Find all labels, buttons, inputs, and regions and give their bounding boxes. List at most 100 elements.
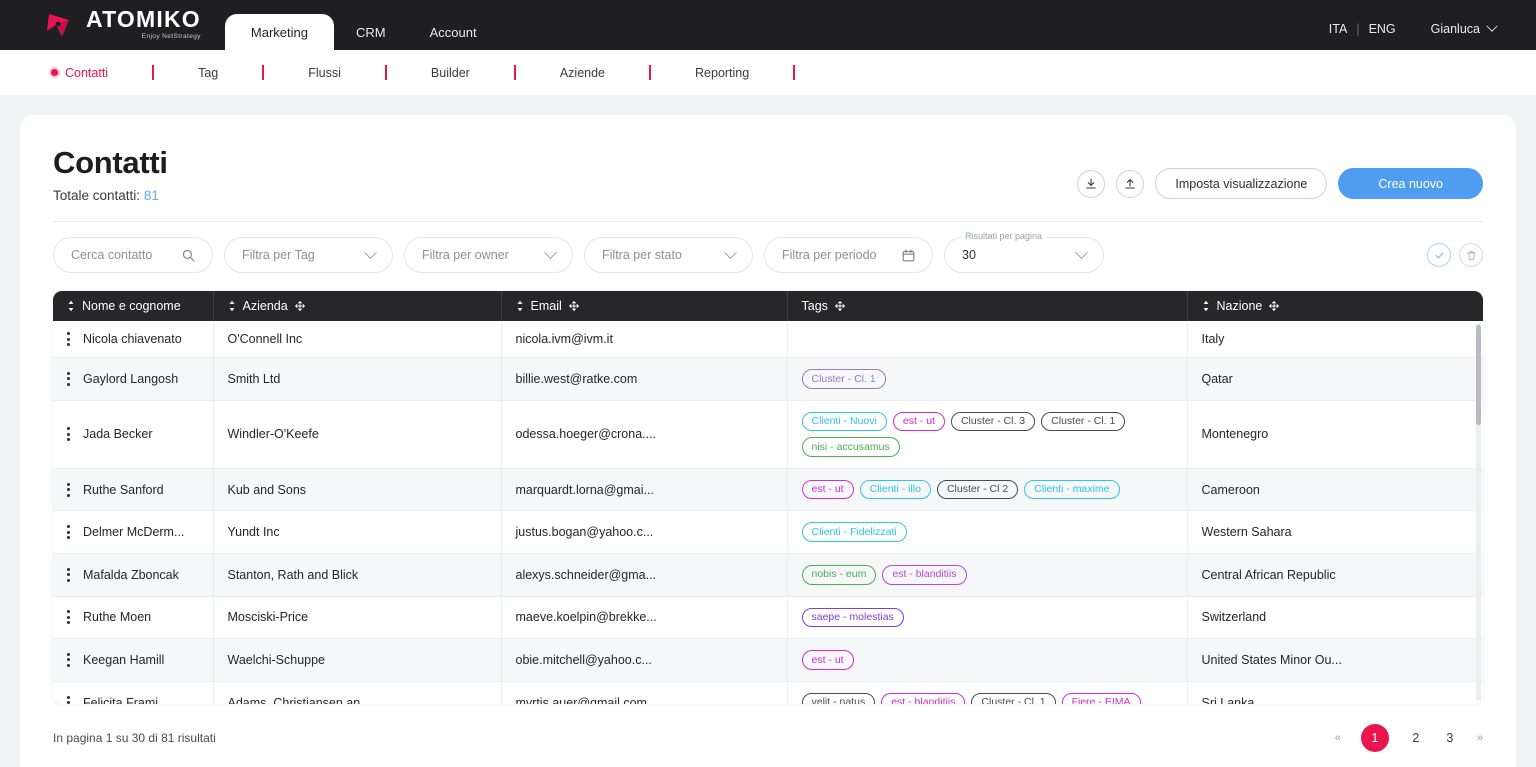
- cell-company: Waelchi-Schuppe: [213, 639, 501, 682]
- tag-chip[interactable]: est - ut: [802, 650, 854, 670]
- table-row[interactable]: Gaylord LangoshSmith Ltdbillie.west@ratk…: [53, 358, 1483, 401]
- brand-logo[interactable]: ATOMIKO Enjoy NetStrategy: [45, 8, 201, 41]
- tag-chip[interactable]: Clienti - illo: [860, 480, 931, 500]
- tag-chip[interactable]: saepe - molestias: [802, 608, 904, 628]
- table-row[interactable]: Delmer McDerm...Yundt Incjustus.bogan@ya…: [53, 511, 1483, 554]
- search-input[interactable]: Cerca contatto: [53, 237, 213, 273]
- pagination-prev-button[interactable]: «: [1335, 732, 1341, 744]
- filter-tag-label: Filtra per Tag: [242, 248, 315, 262]
- tag-chip[interactable]: Fiere - EIMA: [1062, 693, 1141, 704]
- subnav-item-tag[interactable]: Tag: [192, 66, 224, 80]
- contacts-table: Nome e cognome Azienda: [53, 291, 1483, 704]
- tag-chip[interactable]: nisi - accusamus: [802, 437, 900, 457]
- column-header-tags[interactable]: Tags: [787, 291, 1187, 321]
- sort-arrows-icon: [228, 300, 236, 312]
- cell-tags: Cluster - Cl. 1: [787, 358, 1187, 401]
- contact-name: Keegan Hamill: [83, 653, 164, 667]
- table-header: Nome e cognome Azienda: [53, 291, 1483, 321]
- cell-tags: est - ut: [787, 639, 1187, 682]
- table-row[interactable]: Ruthe SanfordKub and Sonsmarquardt.lorna…: [53, 468, 1483, 511]
- column-header-nazione-label: Nazione: [1217, 299, 1263, 313]
- table-row[interactable]: Jada BeckerWindler-O'Keefeodessa.hoeger@…: [53, 400, 1483, 468]
- tag-chip[interactable]: Cluster - Cl. 1: [1041, 412, 1125, 432]
- column-header-nome[interactable]: Nome e cognome: [53, 291, 213, 321]
- tab-account-label: Account: [430, 25, 477, 40]
- cell-country: United States Minor Ou...: [1187, 639, 1483, 682]
- row-menu-icon[interactable]: [67, 653, 70, 667]
- cell-email: odessa.hoeger@crona....: [501, 400, 787, 468]
- tag-chip[interactable]: Cluster - Cl. 3: [951, 412, 1035, 432]
- filter-periodo-datepicker[interactable]: Filtra per periodo: [764, 237, 933, 273]
- column-header-azienda[interactable]: Azienda: [213, 291, 501, 321]
- tag-chip[interactable]: Clienti - maxime: [1024, 480, 1119, 500]
- table-row[interactable]: Keegan HamillWaelchi-Schuppeobie.mitchel…: [53, 639, 1483, 682]
- filter-owner-select[interactable]: Filtra per owner: [404, 237, 573, 273]
- tag-chip[interactable]: Cluster - Cl. 1: [802, 369, 886, 389]
- table-row[interactable]: Mafalda ZboncakStanton, Rath and Blickal…: [53, 553, 1483, 596]
- row-menu-icon[interactable]: [67, 372, 70, 386]
- row-menu-icon[interactable]: [67, 427, 70, 441]
- table-row[interactable]: Ruthe MoenMosciski-Pricemaeve.koelpin@br…: [53, 596, 1483, 639]
- pagination-page-1[interactable]: 1: [1361, 724, 1389, 752]
- upload-button[interactable]: [1116, 170, 1144, 198]
- tag-chip[interactable]: Cluster - Cl. 1: [971, 693, 1055, 704]
- filter-stato-select[interactable]: Filtra per stato: [584, 237, 753, 273]
- tag-chip[interactable]: est - blanditiis: [882, 565, 966, 585]
- lang-eng-button[interactable]: ENG: [1360, 22, 1405, 36]
- tag-chip[interactable]: Clienti - Fidelizzati: [802, 522, 907, 542]
- tag-chip[interactable]: Clienti - Nuovi: [802, 412, 887, 432]
- create-new-button[interactable]: Crea nuovo: [1338, 168, 1483, 199]
- tab-crm[interactable]: CRM: [334, 14, 408, 50]
- tab-account[interactable]: Account: [408, 14, 499, 50]
- download-button[interactable]: [1077, 170, 1105, 198]
- row-menu-icon[interactable]: [67, 525, 70, 539]
- tag-chip[interactable]: est - blanditiis: [881, 693, 965, 704]
- tag-chip[interactable]: est - ut: [893, 412, 945, 432]
- subnav-item-aziende[interactable]: Aziende: [554, 66, 611, 80]
- cell-name: Gaylord Langosh: [53, 358, 213, 401]
- filter-tag-select[interactable]: Filtra per Tag: [224, 237, 393, 273]
- subnav-item-builder[interactable]: Builder: [425, 66, 476, 80]
- sort-arrows-icon: [516, 300, 524, 312]
- chevron-down-icon: [544, 246, 557, 259]
- cell-name: Ruthe Moen: [53, 596, 213, 639]
- row-menu-icon[interactable]: [67, 568, 70, 582]
- user-menu[interactable]: Gianluca: [1431, 22, 1496, 36]
- pagination-page-3[interactable]: 3: [1443, 731, 1457, 745]
- cell-email: myrtis.auer@gmail.com: [501, 681, 787, 704]
- user-name-label: Gianluca: [1431, 22, 1480, 36]
- configure-view-button[interactable]: Imposta visualizzazione: [1155, 168, 1327, 199]
- header-actions: Imposta visualizzazione Crea nuovo: [1077, 168, 1483, 203]
- pagination-next-button[interactable]: »: [1477, 732, 1483, 744]
- select-all-button[interactable]: [1427, 243, 1451, 267]
- filter-periodo-label: Filtra per periodo: [782, 248, 877, 262]
- lang-ita-button[interactable]: ITA: [1320, 22, 1357, 36]
- tag-chip[interactable]: velit - natus: [802, 693, 876, 704]
- row-menu-icon[interactable]: [67, 332, 70, 346]
- column-header-nazione[interactable]: Nazione: [1187, 291, 1483, 321]
- tag-chip[interactable]: Cluster - Cl 2: [937, 480, 1018, 500]
- header-divider: [53, 221, 1483, 222]
- row-menu-icon[interactable]: [67, 610, 70, 624]
- table-row[interactable]: Felicita FramiAdams, Christiansen an...m…: [53, 681, 1483, 704]
- cell-tags: saepe - molestias: [787, 596, 1187, 639]
- subnav-item-contatti[interactable]: Contatti: [45, 66, 114, 80]
- column-header-email[interactable]: Email: [501, 291, 787, 321]
- total-contacts-label: Totale contatti:: [53, 188, 140, 203]
- column-header-email-label: Email: [531, 299, 562, 313]
- subnav-flussi-label: Flussi: [308, 66, 341, 80]
- row-menu-icon[interactable]: [67, 696, 70, 704]
- subnav-item-reporting[interactable]: Reporting: [689, 66, 755, 80]
- cell-tags: nobis - eumest - blanditiis: [787, 553, 1187, 596]
- subnav-item-flussi[interactable]: Flussi: [302, 66, 347, 80]
- tag-chip[interactable]: est - ut: [802, 480, 854, 500]
- row-menu-icon[interactable]: [67, 483, 70, 497]
- pagination-page-2[interactable]: 2: [1409, 731, 1423, 745]
- table-row[interactable]: Nicola chiavenatoO'Connell Incnicola.ivm…: [53, 321, 1483, 358]
- tab-marketing[interactable]: Marketing: [225, 14, 334, 50]
- table-scrollbar-thumb[interactable]: [1476, 325, 1481, 425]
- contact-name: Felicita Frami: [83, 696, 158, 704]
- delete-selected-button[interactable]: [1459, 243, 1483, 267]
- results-per-page-select[interactable]: Risultati per pagina 30: [944, 237, 1104, 273]
- tag-chip[interactable]: nobis - eum: [802, 565, 877, 585]
